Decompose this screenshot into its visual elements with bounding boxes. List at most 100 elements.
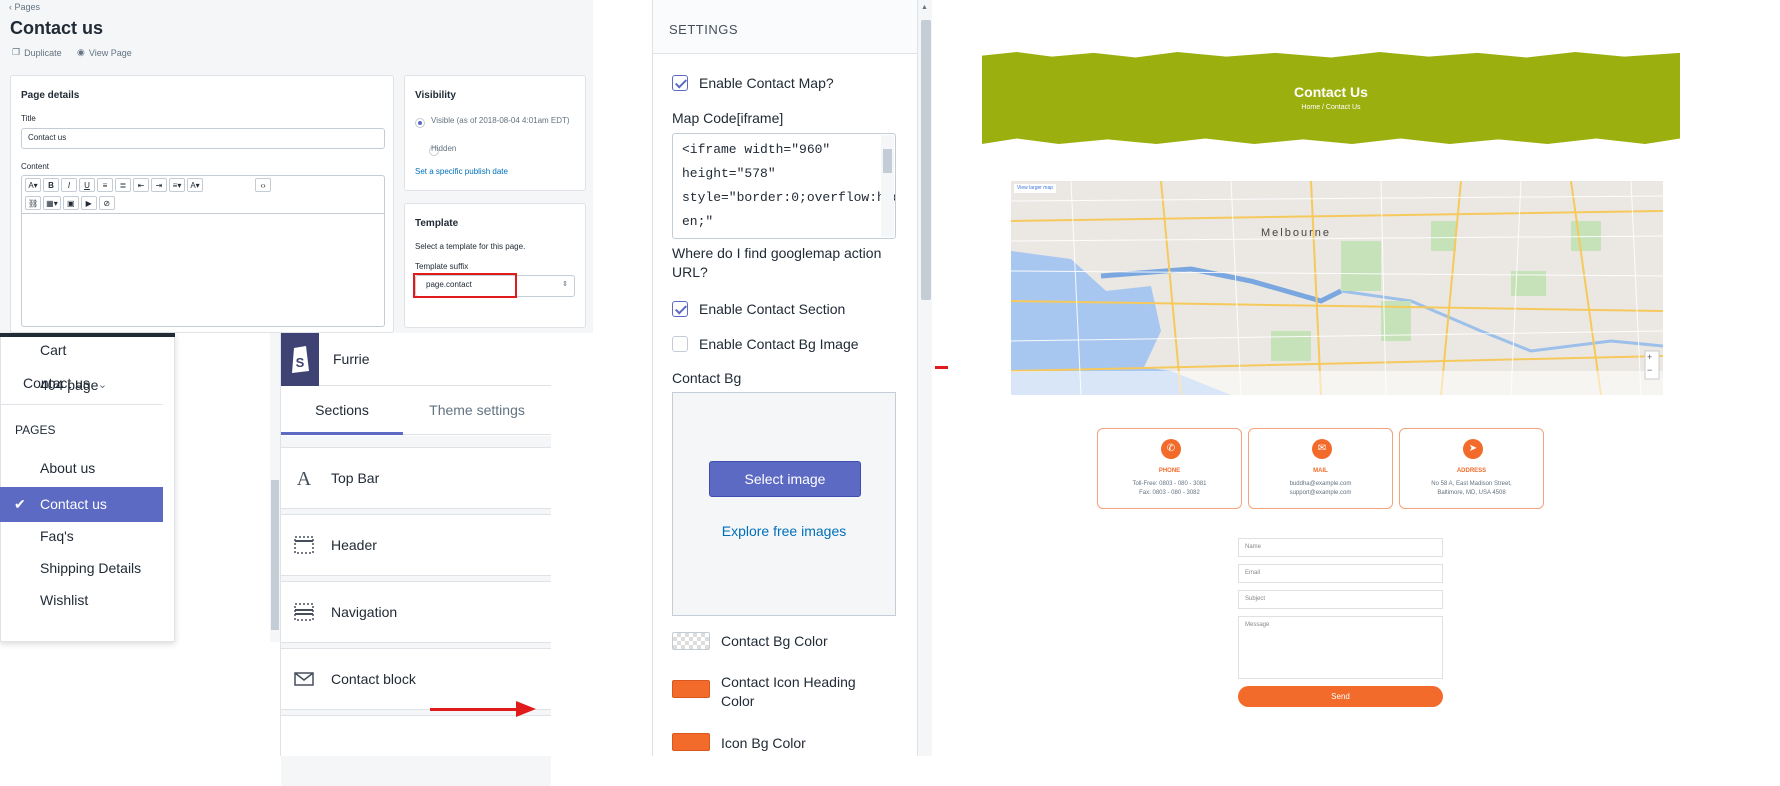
zoom-in-button[interactable]: + (1647, 352, 1652, 362)
contact-card-line: support@example.com (1289, 490, 1352, 496)
dropdown-item-cart[interactable]: Cart (0, 333, 163, 368)
dropdown-item-shipping[interactable]: Shipping Details (0, 551, 163, 586)
breadcrumb[interactable]: ‹ Pages (9, 2, 40, 12)
bullet-list-button[interactable]: ≡ (97, 178, 113, 192)
textarea-scrollbar[interactable] (881, 135, 894, 237)
table-button[interactable]: ▦▾ (43, 196, 61, 210)
rich-text-editor[interactable]: A▾ B I U ≡ ≣ ⇤ ⇥ ≡▾ A▾ ‹› ⛓ ▦▾ ▣ ▶ ⊘ (21, 175, 385, 327)
arrow-right-icon (516, 701, 536, 717)
settings-scroll-thumb[interactable] (921, 20, 931, 300)
dropdown-item-404[interactable]: 404 page (0, 368, 163, 403)
dropdown-item-wishlist[interactable]: Wishlist (0, 583, 163, 618)
dropdown-item-about[interactable]: About us (0, 451, 163, 486)
dropdown-item-faq[interactable]: Faq's (0, 519, 163, 554)
page-banner: Contact Us Home / Contact Us (982, 52, 1680, 144)
visibility-heading: Visibility (415, 90, 456, 101)
section-item-label: Contact block (331, 671, 416, 687)
title-input[interactable]: Contact us (21, 128, 385, 149)
name-input[interactable]: Name (1238, 538, 1443, 557)
envelope-icon (293, 669, 315, 691)
duplicate-action[interactable]: ❐ Duplicate (12, 47, 62, 58)
arrow-line (430, 708, 520, 711)
section-item-header[interactable]: Header (281, 514, 551, 576)
breadcrumb-label[interactable]: Pages (15, 2, 41, 12)
dropdown-item-contact[interactable]: ✔ Contact us (0, 487, 163, 522)
map-help-link[interactable]: Where do I find googlemap action URL? (672, 244, 897, 282)
tab-sections[interactable]: Sections (281, 387, 403, 435)
map-code-line: <iframe width="960" (682, 142, 831, 157)
email-input[interactable]: Email (1238, 564, 1443, 583)
font-style-button[interactable]: A▾ (25, 178, 41, 192)
icon-bg-color-swatch[interactable] (672, 733, 710, 751)
editor-toolbar-row-2: ⛓ ▦▾ ▣ ▶ ⊘ (22, 194, 384, 212)
icon-heading-color-swatch[interactable] (672, 680, 710, 698)
view-page-action[interactable]: ◉ View Page (77, 47, 132, 58)
section-item-label: Top Bar (331, 470, 380, 486)
publish-date-link[interactable]: Set a specific publish date (415, 167, 508, 176)
title-label: Title (21, 114, 36, 123)
visibility-card: Visibility Visible (as of 2018-08-04 4:0… (404, 75, 586, 191)
map-code-textarea[interactable]: <iframe width="960" height="578" style="… (672, 133, 896, 239)
section-item-next[interactable] (281, 715, 551, 756)
store-header: S Furrie (281, 333, 551, 386)
duplicate-label[interactable]: Duplicate (24, 48, 62, 58)
numbered-list-button[interactable]: ≣ (115, 178, 131, 192)
italic-button[interactable]: I (61, 178, 77, 192)
clear-format-button[interactable]: ⊘ (98, 196, 115, 210)
settings-heading: SETTINGS (669, 22, 739, 37)
google-map[interactable]: Melbourne View larger map + − (1011, 181, 1663, 395)
eye-icon: ◉ (77, 47, 85, 57)
icon-heading-color-label: Contact Icon Heading Color (721, 674, 856, 709)
send-button[interactable]: Send (1238, 686, 1443, 707)
page-editor-panel: ‹ Pages Contact us ❐ Duplicate ◉ View Page… (0, 0, 593, 333)
zoom-out-button[interactable]: − (1647, 365, 1652, 375)
font-icon: A (296, 468, 312, 490)
settings-scrollbar[interactable]: ▲ (917, 0, 932, 756)
html-toggle-button[interactable]: ‹› (255, 178, 271, 192)
contact-card-mail: ✉ MAIL buddha@example.com support@exampl… (1248, 428, 1393, 509)
video-button[interactable]: ▶ (80, 196, 97, 210)
page-details-heading: Page details (21, 90, 80, 101)
bold-button[interactable]: B (43, 178, 59, 192)
image-button[interactable]: ▣ (62, 196, 79, 210)
content-label: Content (21, 162, 50, 171)
scroll-up-icon[interactable]: ▲ (921, 4, 928, 11)
outdent-button[interactable]: ⇤ (133, 178, 149, 192)
enable-contact-section-checkbox[interactable] (672, 301, 688, 317)
enable-bg-image-checkbox[interactable] (672, 336, 688, 352)
bg-color-swatch[interactable] (672, 632, 710, 650)
link-button[interactable]: ⛓ (25, 196, 42, 210)
view-larger-map-link[interactable]: View larger map (1017, 185, 1053, 191)
image-picker-box: Select image Explore free images (672, 392, 896, 616)
contact-card-line: Baltimore, MD, USA 4508 (1437, 490, 1506, 496)
explore-images-link[interactable]: Explore free images (673, 523, 895, 539)
contact-card-heading: PHONE (1158, 468, 1181, 474)
section-item-top-bar[interactable]: A Top Bar (281, 447, 551, 509)
banner-breadcrumb[interactable]: Home / Contact Us (982, 104, 1680, 111)
message-textarea[interactable]: Message (1238, 616, 1443, 679)
checkmark-icon: ✔ (14, 496, 26, 512)
enable-map-checkbox[interactable] (672, 75, 688, 91)
hidden-option-label: Hidden (431, 144, 457, 153)
contact-card-heading: MAIL (1313, 468, 1328, 474)
settings-panel: SETTINGS Enable Contact Map? Map Code[if… (652, 0, 932, 756)
section-item-label: Header (331, 537, 377, 553)
section-item-contact-block[interactable]: Contact block (281, 648, 551, 710)
textarea-scroll-thumb[interactable] (883, 149, 892, 173)
page-title: Contact us (10, 18, 104, 38)
enable-bg-image-label: Enable Contact Bg Image (699, 336, 859, 352)
map-code-line: style="border:0;overflow:hidd (682, 190, 896, 205)
section-item-navigation[interactable]: Navigation (281, 581, 551, 643)
visible-radio[interactable] (415, 118, 425, 128)
view-page-label[interactable]: View Page (89, 48, 132, 58)
indent-button[interactable]: ⇥ (151, 178, 167, 192)
text-color-button[interactable]: A▾ (187, 178, 203, 192)
tab-theme-settings[interactable]: Theme settings (403, 387, 551, 435)
subject-input[interactable]: Subject (1238, 590, 1443, 609)
align-button[interactable]: ≡▾ (169, 178, 185, 192)
underline-button[interactable]: U (79, 178, 95, 192)
highlight-box (413, 273, 517, 298)
select-image-button[interactable]: Select image (709, 461, 861, 497)
page-details-card: Page details Title Contact us Content A▾… (10, 75, 394, 333)
theme-sidebar-panel: S Furrie Sections Theme settings A Top B… (280, 333, 551, 786)
